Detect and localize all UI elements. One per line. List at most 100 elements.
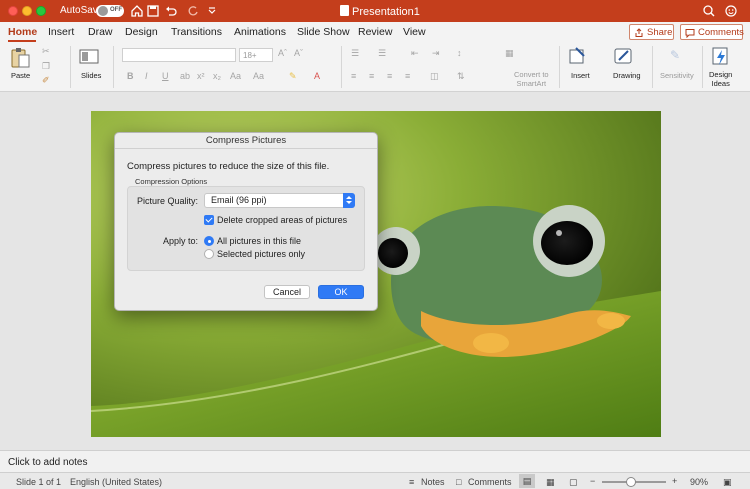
text-color-icon[interactable]: A — [314, 71, 320, 81]
format-painter-icon[interactable]: ✐ — [42, 75, 50, 86]
font-color-icon[interactable]: Aa — [253, 71, 264, 81]
align-right-icon[interactable]: ≡ — [387, 71, 392, 81]
increase-indent-icon[interactable]: ⇥ — [432, 48, 440, 59]
autosave-toggle[interactable]: OFF — [96, 5, 124, 17]
maximize-window-button[interactable] — [36, 6, 46, 16]
customize-toolbar-icon[interactable] — [204, 3, 220, 19]
notes-toggle[interactable]: Notes — [421, 477, 445, 487]
tab-design[interactable]: Design — [125, 26, 158, 38]
line-spacing-icon[interactable]: ↕ — [457, 48, 462, 58]
notes-toggle-icon[interactable]: ≡ — [409, 477, 414, 487]
align-center-icon[interactable]: ≡ — [369, 71, 374, 81]
insert-icon[interactable] — [568, 46, 588, 66]
tab-slide-show[interactable]: Slide Show — [297, 26, 350, 38]
notes-pane[interactable]: Click to add notes — [0, 450, 750, 473]
redo-icon[interactable] — [185, 3, 201, 19]
radio-all-pictures[interactable] — [204, 236, 214, 246]
minimize-window-button[interactable] — [22, 6, 32, 16]
tab-draw[interactable]: Draw — [88, 26, 113, 38]
autosave-state: OFF — [110, 7, 122, 13]
increase-font-icon[interactable]: Aˆ — [278, 48, 287, 58]
compression-options-title: Compression Options — [135, 177, 208, 186]
superscript-icon[interactable]: x² — [197, 71, 205, 81]
tab-review[interactable]: Review — [358, 26, 392, 38]
picture-quality-select[interactable]: Email (96 ppi) — [204, 193, 355, 208]
radio-selected-pictures[interactable] — [204, 249, 214, 259]
share-button[interactable]: Share — [629, 24, 674, 40]
tab-view[interactable]: View — [403, 26, 426, 38]
copy-icon[interactable]: ❐ — [42, 61, 50, 72]
comment-pane-icon[interactable]: □ — [456, 477, 461, 487]
dialog-description: Compress pictures to reduce the size of … — [127, 161, 330, 172]
text-direction-icon[interactable]: ⇅ — [457, 71, 465, 82]
justify-icon[interactable]: ≡ — [405, 71, 410, 81]
fit-to-window-icon[interactable]: ▣ — [723, 477, 732, 488]
smartart-icon[interactable]: ▦ — [505, 48, 514, 59]
delete-cropped-checkbox[interactable] — [204, 215, 214, 225]
language-indicator[interactable]: English (United States) — [70, 477, 162, 487]
numbering-icon[interactable]: ☰ — [378, 48, 386, 59]
save-icon[interactable] — [145, 3, 161, 19]
bullets-icon[interactable]: ☰ — [351, 48, 359, 59]
paste-icon[interactable] — [9, 46, 33, 70]
ribbon-separator — [652, 46, 653, 88]
tab-animations[interactable]: Animations — [234, 26, 286, 38]
zoom-slider-knob[interactable] — [626, 477, 636, 487]
design-ideas-icon[interactable] — [711, 46, 731, 68]
italic-icon[interactable]: I — [145, 71, 148, 81]
cancel-button[interactable]: Cancel — [264, 285, 310, 299]
drawing-label: Drawing — [613, 71, 641, 80]
tab-home[interactable]: Home — [8, 26, 37, 38]
search-icon[interactable] — [701, 3, 717, 19]
close-window-button[interactable] — [8, 6, 18, 16]
comments-label: Comments — [698, 27, 744, 38]
picture-quality-label: Picture Quality: — [137, 196, 199, 206]
columns-icon[interactable]: ◫ — [430, 71, 439, 82]
selected-pictures-label[interactable]: Selected pictures only — [217, 249, 305, 259]
convert-smartart-label[interactable]: Convert to SmartArt — [514, 70, 549, 88]
subscript-icon[interactable]: x₂ — [213, 71, 221, 81]
tab-transitions[interactable]: Transitions — [171, 26, 222, 38]
document-title: Presentation1 — [340, 5, 420, 18]
zoom-in-button[interactable]: + — [672, 476, 677, 486]
drawing-icon[interactable] — [613, 46, 635, 66]
undo-icon[interactable] — [163, 3, 179, 19]
home-icon[interactable] — [129, 3, 145, 19]
notes-placeholder[interactable]: Click to add notes — [8, 457, 88, 468]
strikethrough-icon[interactable]: ab — [180, 71, 190, 81]
decrease-indent-icon[interactable]: ⇤ — [411, 48, 419, 59]
design-ideas-label[interactable]: Design Ideas — [709, 70, 732, 88]
decrease-font-icon[interactable]: Aˇ — [294, 48, 303, 58]
ok-button[interactable]: OK — [318, 285, 364, 299]
slides-icon[interactable] — [79, 48, 99, 66]
chevron-updown-icon — [343, 193, 355, 208]
zoom-out-button[interactable]: − — [590, 476, 595, 486]
font-name-field[interactable] — [122, 48, 236, 62]
align-left-icon[interactable]: ≡ — [351, 71, 356, 81]
highlight-icon[interactable]: ✎ — [289, 71, 297, 82]
smiley-icon[interactable] — [724, 3, 740, 19]
tab-insert[interactable]: Insert — [48, 26, 74, 38]
font-size-field[interactable]: 18+ — [239, 48, 273, 62]
ribbon-separator — [559, 46, 560, 88]
comments-button[interactable]: Comments — [680, 24, 744, 40]
sensitivity-icon[interactable]: ✎ — [670, 48, 680, 62]
reading-view-icon[interactable]: ▢ — [569, 477, 578, 488]
delete-cropped-label[interactable]: Delete cropped areas of pictures — [217, 215, 347, 225]
normal-view-icon[interactable]: ▤ — [519, 474, 535, 488]
bold-icon[interactable]: B — [127, 71, 134, 81]
zoom-level[interactable]: 90% — [690, 477, 708, 487]
apply-to-label: Apply to: — [163, 236, 199, 246]
powerpoint-window: AutoSave OFF Presentation1 Home Insert D… — [0, 0, 750, 489]
dialog-title: Compress Pictures — [115, 133, 377, 149]
ribbon-separator — [70, 46, 71, 88]
status-bar: Slide 1 of 1 English (United States) ≡ N… — [0, 473, 750, 489]
all-pictures-label[interactable]: All pictures in this file — [217, 236, 301, 246]
document-title-text: Presentation1 — [352, 6, 420, 18]
cut-icon[interactable]: ✂ — [42, 46, 50, 57]
change-case-icon[interactable]: Aa — [230, 71, 241, 81]
comments-toggle[interactable]: Comments — [468, 477, 512, 487]
share-label: Share — [647, 27, 673, 38]
underline-icon[interactable]: U — [162, 71, 169, 81]
slide-sorter-icon[interactable]: ▦ — [546, 477, 555, 488]
